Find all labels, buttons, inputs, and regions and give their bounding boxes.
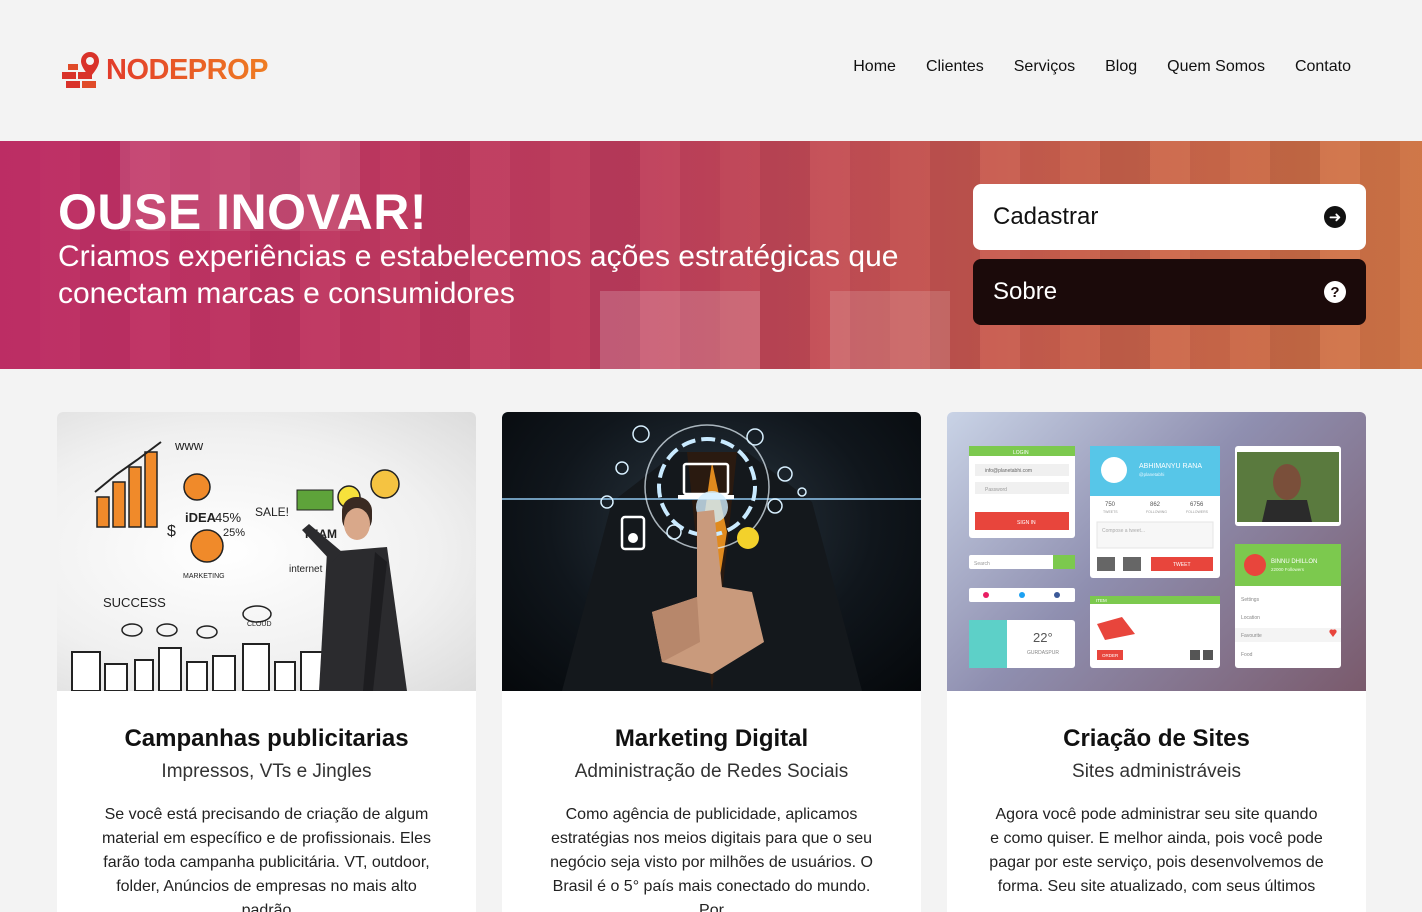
svg-text:Location: Location	[1241, 615, 1260, 621]
svg-text:internet: internet	[289, 564, 323, 575]
svg-text:BINNU DHILLON: BINNU DHILLON	[1271, 559, 1317, 565]
svg-text:6756: 6756	[1190, 502, 1204, 508]
svg-text:22°: 22°	[1033, 630, 1053, 645]
svg-text:ABHIMANYU RANA: ABHIMANYU RANA	[1139, 463, 1202, 470]
site-header: NODEPROP Home Clientes Serviços Blog Que…	[0, 0, 1422, 140]
svg-text:SALE!: SALE!	[255, 505, 289, 519]
card-text: Agora você pode administrar seu site qua…	[989, 806, 1324, 895]
card-image-marketing-sketch: www iDEA 45% SALE! TEAM internet SUCCESS…	[57, 412, 476, 691]
svg-text:Password: Password	[985, 487, 1007, 493]
hero-title: OUSE INOVAR!	[58, 184, 427, 240]
marketing-doodles-illustration: www iDEA 45% SALE! TEAM internet SUCCESS…	[71, 438, 407, 691]
service-card-criacao-sites[interactable]: LOGIN info@planetabhi.com Password SIGN …	[947, 412, 1366, 912]
svg-text:SIGN IN: SIGN IN	[1017, 520, 1036, 526]
svg-text:LOGIN: LOGIN	[1013, 450, 1029, 456]
svg-text:22000 Followers: 22000 Followers	[1271, 567, 1305, 572]
svg-text:Search: Search	[974, 561, 990, 567]
sobre-button[interactable]: Sobre ?	[973, 259, 1366, 325]
svg-text:$: $	[167, 523, 176, 540]
pin-bricks-icon	[62, 52, 99, 88]
arrow-circle-right-icon: ➜	[1324, 206, 1346, 228]
svg-text:FOLLOWING: FOLLOWING	[1146, 510, 1167, 514]
card-text: Como agência de publicidade, aplicamos e…	[550, 806, 873, 912]
nav-home[interactable]: Home	[853, 58, 896, 76]
card-title: Campanhas publicitarias	[124, 725, 409, 752]
svg-text:Food: Food	[1241, 652, 1253, 658]
card-image-ui-kit: LOGIN info@planetabhi.com Password SIGN …	[947, 412, 1366, 691]
card-title: Criação de Sites	[1063, 725, 1250, 752]
cadastrar-label: Cadastrar	[993, 203, 1099, 230]
logo-text: NODEPROP	[106, 53, 268, 86]
cadastrar-button[interactable]: Cadastrar ➜	[973, 184, 1366, 250]
card-subtitle: Impressos, VTs e Jingles	[161, 761, 372, 782]
card-title: Marketing Digital	[614, 725, 809, 752]
svg-text:www: www	[174, 438, 204, 453]
svg-text:ITEM: ITEM	[1096, 598, 1107, 603]
svg-text:TWEETS: TWEETS	[1103, 510, 1118, 514]
nav-blog[interactable]: Blog	[1105, 58, 1137, 76]
svg-text:MARKETING: MARKETING	[183, 573, 225, 580]
card-text: Se você está precisando de criação de al…	[101, 806, 432, 912]
service-card-campanhas[interactable]: www iDEA 45% SALE! TEAM internet SUCCESS…	[57, 412, 476, 912]
svg-text:@planetabhi: @planetabhi	[1139, 472, 1164, 477]
svg-text:Settings: Settings	[1241, 597, 1260, 603]
service-card-marketing-digital[interactable]: Marketing Digital Administração de Redes…	[502, 412, 921, 912]
question-circle-icon: ?	[1324, 281, 1346, 303]
sobre-label: Sobre	[993, 278, 1058, 305]
card-subtitle: Sites administráveis	[1072, 761, 1241, 782]
svg-text:45%: 45%	[215, 510, 241, 525]
svg-text:Favourite: Favourite	[1241, 633, 1262, 639]
nav-contato[interactable]: Contato	[1295, 58, 1351, 76]
svg-text:ORDER: ORDER	[1102, 653, 1119, 658]
hero-banner: OUSE INOVAR! Criamos experiências e esta…	[0, 141, 1422, 369]
nav-clientes[interactable]: Clientes	[926, 58, 984, 76]
main-nav: Home Clientes Serviços Blog Quem Somos C…	[853, 58, 1351, 76]
svg-text:25%: 25%	[223, 527, 245, 539]
svg-text:FOLLOWERS: FOLLOWERS	[1186, 510, 1209, 514]
svg-text:Compose a tweet...: Compose a tweet...	[1102, 528, 1145, 534]
nav-quem-somos[interactable]: Quem Somos	[1167, 58, 1265, 76]
svg-text:iDEA: iDEA	[185, 510, 217, 525]
card-subtitle: Administração de Redes Sociais	[574, 761, 849, 782]
svg-text:SUCCESS: SUCCESS	[103, 595, 166, 610]
logo[interactable]: NODEPROP	[60, 50, 268, 90]
nav-servicos[interactable]: Serviços	[1014, 58, 1075, 76]
svg-text:750: 750	[1105, 502, 1116, 508]
digital-interface-illustration	[502, 424, 921, 691]
svg-text:GURDASPUR: GURDASPUR	[1027, 650, 1059, 656]
hero-subtitle: Criamos experiências e estabelecemos açõ…	[58, 240, 899, 310]
card-image-digital-touch	[502, 412, 921, 691]
svg-text:862: 862	[1150, 502, 1161, 508]
svg-text:info@planetabhi.com: info@planetabhi.com	[985, 468, 1032, 474]
ui-kit-illustration: LOGIN info@planetabhi.com Password SIGN …	[969, 446, 1341, 668]
svg-text:TWEET: TWEET	[1173, 562, 1191, 568]
